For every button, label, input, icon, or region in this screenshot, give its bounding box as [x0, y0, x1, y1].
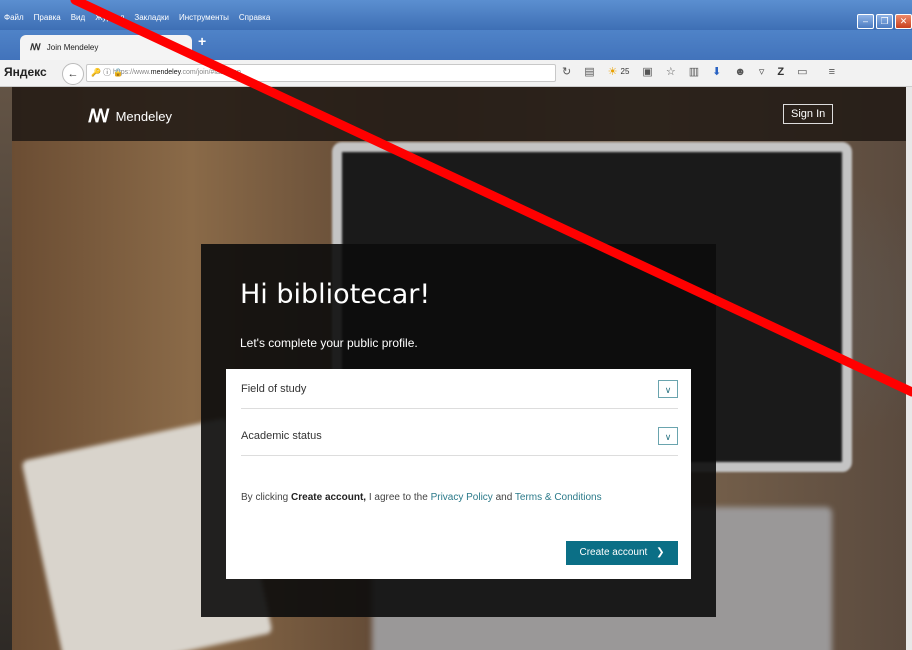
menu-history[interactable]: Журнал — [95, 13, 124, 22]
profile-panel: Hi bibliotecar! Let's complete your publ… — [201, 244, 716, 617]
chat-icon[interactable]: ☻ — [734, 66, 746, 78]
address-bar[interactable]: 🔑 ⓘ 🔒 https://www.mendeley.com/join/#las… — [86, 64, 556, 82]
browser-window: Файл Правка Вид Журнал Закладки Инструме… — [0, 0, 912, 650]
menu-help[interactable]: Справка — [239, 13, 270, 22]
yandex-logo[interactable]: Яндекс — [4, 65, 47, 79]
navigation-bar: Яндекс ← 🔑 ⓘ 🔒 https://www.mendeley.com/… — [0, 60, 912, 87]
restore-button[interactable]: ❐ — [876, 14, 893, 29]
bookmark-star-icon[interactable]: ☆ — [666, 65, 676, 78]
sidebar-icon[interactable]: ▭ — [797, 65, 807, 78]
zotero-icon[interactable]: Z — [777, 66, 784, 78]
tab-join-mendeley[interactable]: ꟿ Join Mendeley — [20, 35, 192, 60]
site-header: ꟿ Mendeley Sign In — [12, 87, 906, 141]
terms-prefix: By clicking — [241, 492, 289, 503]
field-of-study-label: Field of study — [241, 383, 307, 395]
clipboard-icon[interactable]: ▥ — [689, 65, 699, 78]
pocket-icon[interactable]: ▿ — [759, 65, 765, 78]
back-arrow-icon[interactable]: ← — [62, 63, 84, 85]
close-window-button[interactable]: ✕ — [895, 14, 912, 29]
weather-count: 25 — [620, 67, 630, 76]
menu-file[interactable]: Файл — [4, 13, 24, 22]
tab-title: Join Mendeley — [46, 43, 99, 52]
chevron-down-icon[interactable]: ∨ — [658, 380, 678, 398]
sign-in-button[interactable]: Sign In — [783, 104, 834, 124]
profile-subtitle: Let's complete your public profile. — [240, 336, 418, 350]
menu-view[interactable]: Вид — [71, 13, 85, 22]
menu-bookmarks[interactable]: Закладки — [134, 13, 169, 22]
terms-conditions-link[interactable]: Terms & Conditions — [515, 492, 602, 503]
chevron-down-icon[interactable]: ∨ — [658, 427, 678, 445]
mendeley-favicon-icon: ꟿ — [30, 42, 41, 52]
site-info-lock-icon[interactable]: 🔑 ⓘ 🔒 — [91, 65, 123, 81]
create-account-button[interactable]: Create account ❯ — [566, 541, 678, 565]
mendeley-brand[interactable]: ꟿ Mendeley — [88, 106, 172, 127]
academic-status-select[interactable]: Academic status ∨ — [241, 416, 678, 456]
url-domain: mendeley — [150, 69, 181, 76]
chevron-right-icon: ❯ — [656, 547, 665, 558]
weather-sun-icon[interactable]: ☀ — [608, 65, 618, 78]
menu-hamburger-icon[interactable]: ≡ — [829, 66, 835, 78]
greeting-heading: Hi bibliotecar! — [240, 279, 431, 310]
web-page: ꟿ Mendeley Sign In Hi bibliotecar! Let's… — [12, 87, 906, 650]
mendeley-logo-icon: ꟿ — [88, 106, 110, 126]
tab-strip: ꟿ Join Mendeley — [0, 30, 912, 60]
brand-name: Mendeley — [115, 109, 172, 124]
minimize-button[interactable]: – — [857, 14, 874, 29]
terms-mid: I agree to the — [368, 492, 428, 503]
menu-bar: Файл Правка Вид Журнал Закладки Инструме… — [0, 0, 912, 30]
screenshot-icon[interactable]: ▣ — [642, 65, 652, 78]
menu-edit[interactable]: Правка — [34, 13, 61, 22]
page-scrollbar[interactable] — [906, 87, 912, 650]
terms-text: By clicking Create account, I agree to t… — [241, 492, 602, 503]
new-tab-plus-icon[interactable]: + — [198, 33, 206, 49]
terms-bold: Create account, — [291, 492, 367, 503]
reader-icon[interactable]: ▤ — [584, 65, 594, 78]
url-path: .com/join/#last-step — [180, 69, 241, 76]
reload-icon[interactable]: ↻ — [562, 65, 571, 78]
academic-status-label: Academic status — [241, 430, 322, 442]
terms-and: and — [495, 492, 513, 503]
menu-tools[interactable]: Инструменты — [179, 13, 229, 22]
create-account-label: Create account — [579, 547, 648, 558]
profile-form: Field of study ∨ Academic status ∨ By cl… — [226, 369, 691, 579]
field-of-study-select[interactable]: Field of study ∨ — [241, 369, 678, 409]
download-arrow-icon[interactable]: ⬇ — [712, 65, 721, 78]
privacy-policy-link[interactable]: Privacy Policy — [431, 492, 493, 503]
